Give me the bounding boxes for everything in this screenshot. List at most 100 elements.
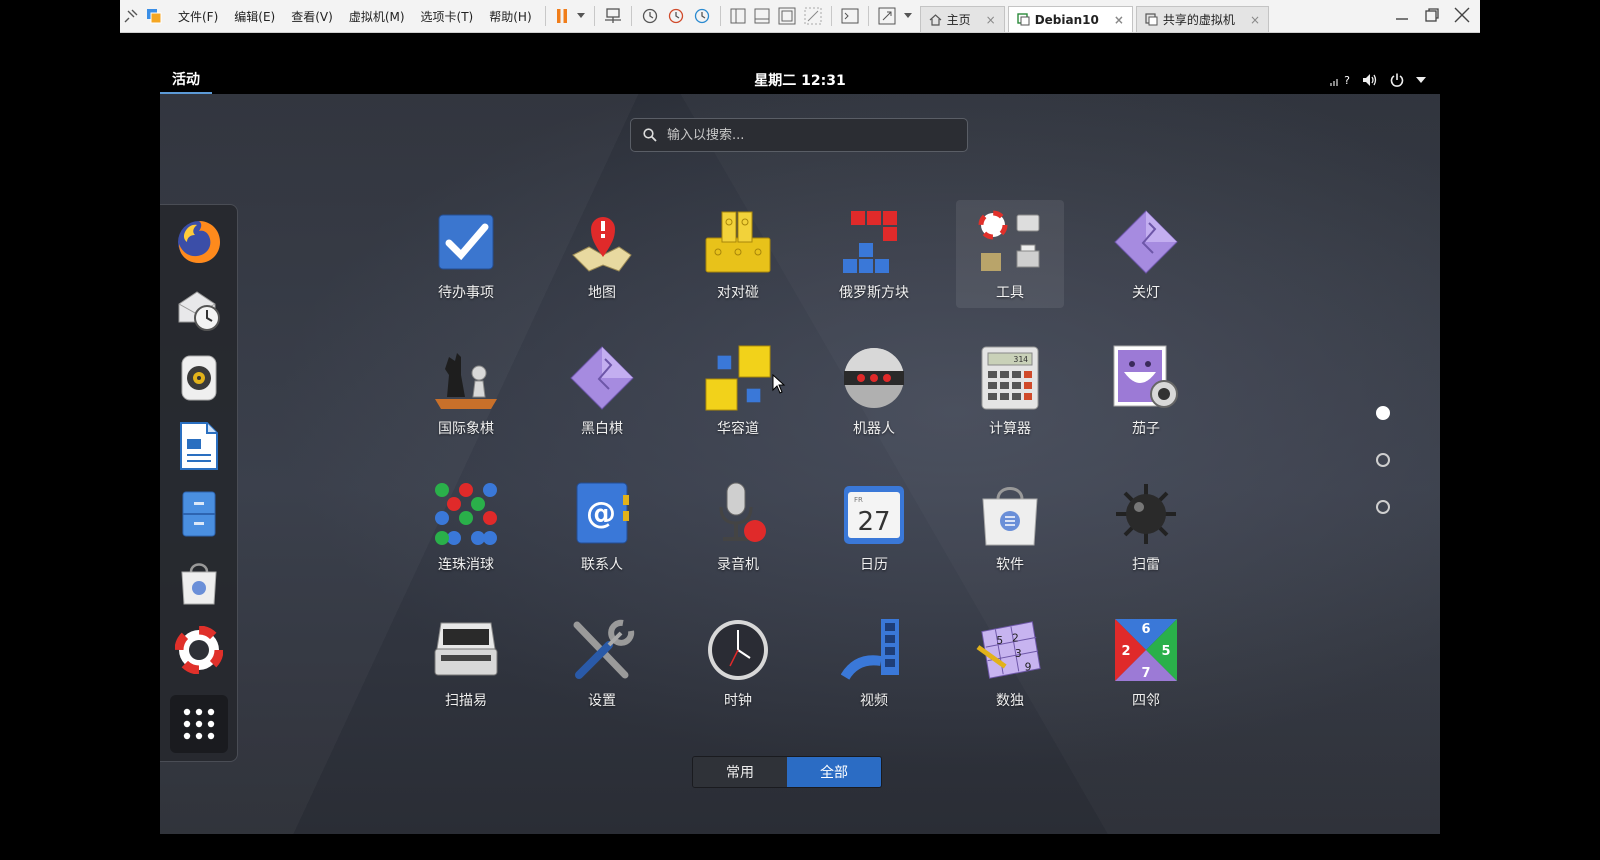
app-iagno[interactable]: 黑白棋	[548, 336, 656, 444]
app-clocks[interactable]: 时钟	[684, 608, 792, 716]
app-cheese[interactable]: 茄子	[1092, 336, 1200, 444]
all-apps-button[interactable]: 全部	[787, 757, 881, 787]
dash-software[interactable]	[170, 553, 228, 611]
app-robots[interactable]: 机器人	[820, 336, 928, 444]
sound-recorder-icon	[719, 482, 766, 542]
menu-edit[interactable]: 编辑(E)	[226, 8, 283, 25]
app-calendar[interactable]: FR 27 日历	[820, 472, 928, 580]
home-icon	[929, 13, 942, 26]
app-todo[interactable]: 待办事项	[412, 200, 520, 308]
snapshot-manager-icon[interactable]	[689, 3, 715, 29]
app-contacts[interactable]: @ 联系人	[548, 472, 656, 580]
menu-file[interactable]: 文件(F)	[170, 8, 226, 25]
network-status-icon[interactable]: ?	[1330, 74, 1350, 87]
tab-debian10[interactable]: Debian10 ×	[1007, 6, 1133, 32]
app-five-or-more[interactable]: 连珠消球	[412, 472, 520, 580]
lifebuoy-icon	[175, 626, 223, 674]
close-icon[interactable]: ×	[1250, 13, 1260, 27]
app-label: 地图	[588, 285, 616, 301]
restore-button[interactable]	[1420, 3, 1444, 27]
vm-tab-bar: 主页 × Debian10 × 共享的虚拟机 ×	[919, 0, 1272, 32]
thumbnail-bar-icon[interactable]	[750, 3, 774, 29]
app-maps[interactable]: 地图	[548, 200, 656, 308]
app-lights-off[interactable]: 关灯	[1092, 200, 1200, 308]
dash-help[interactable]	[170, 621, 228, 679]
clock[interactable]: 星期二 12:31	[754, 66, 845, 94]
menu-help[interactable]: 帮助(H)	[481, 8, 539, 25]
unity-mode-icon[interactable]	[800, 3, 826, 29]
calculator-display: 314	[1014, 355, 1029, 364]
pause-button[interactable]	[551, 3, 573, 29]
minimize-button[interactable]	[1390, 3, 1414, 27]
send-ctrl-alt-del-icon[interactable]	[600, 3, 626, 29]
app-grid-icon	[183, 708, 215, 740]
page-dot-3[interactable]	[1376, 500, 1390, 514]
page-dot-1[interactable]	[1376, 406, 1390, 420]
software-icon	[982, 487, 1038, 546]
app-quadrapassel[interactable]: 俄罗斯方块	[820, 200, 928, 308]
sidebar-toggle-icon[interactable]	[726, 3, 750, 29]
app-swell-foop[interactable]: 对对碰	[684, 200, 792, 308]
dash	[160, 204, 238, 762]
activities-button[interactable]: 活动	[160, 66, 212, 94]
app-label: 关灯	[1132, 285, 1160, 301]
at-sign-glyph: @	[586, 496, 616, 531]
close-icon[interactable]: ×	[1114, 13, 1124, 27]
chevron-down-icon[interactable]	[900, 3, 916, 29]
menu-vm[interactable]: 虚拟机(M)	[341, 8, 413, 25]
videos-icon	[841, 619, 899, 680]
evolution-icon	[178, 291, 220, 331]
app-settings[interactable]: 设置	[548, 608, 656, 716]
tab-shared-vms-label: 共享的虚拟机	[1162, 13, 1235, 27]
settings-icon	[573, 619, 635, 679]
console-icon[interactable]	[837, 3, 863, 29]
close-window-button[interactable]	[1450, 3, 1474, 27]
dash-evolution[interactable]	[170, 281, 228, 339]
close-icon[interactable]: ×	[986, 13, 996, 27]
vm-library-icon[interactable]	[142, 3, 166, 29]
app-sudoku[interactable]: 52 39 数独	[956, 608, 1064, 716]
stretch-icon[interactable]	[874, 3, 900, 29]
app-utilities-folder[interactable]: 工具	[956, 200, 1064, 308]
app-label: 连珠消球	[438, 557, 494, 573]
pin-icon[interactable]	[120, 3, 142, 29]
show-applications-button[interactable]	[170, 695, 228, 753]
calendar-date-label: 27	[857, 507, 890, 537]
menu-tabs[interactable]: 选项卡(T)	[413, 8, 482, 25]
app-label: 视频	[860, 693, 888, 709]
app-label: 对对碰	[717, 285, 759, 301]
app-scanner[interactable]: 扫描易	[412, 608, 520, 716]
app-sound-recorder[interactable]: 录音机	[684, 472, 792, 580]
frequent-apps-button[interactable]: 常用	[693, 757, 787, 787]
dash-files[interactable]	[170, 485, 228, 543]
app-mines[interactable]: 扫雷	[1092, 472, 1200, 580]
tab-shared-vms[interactable]: 共享的虚拟机 ×	[1135, 6, 1269, 32]
calendar-icon: FR 27	[844, 486, 904, 544]
chevron-down-icon[interactable]	[1416, 77, 1426, 83]
rhythmbox-icon	[181, 355, 217, 401]
snapshot-revert-icon[interactable]	[663, 3, 689, 29]
power-icon[interactable]	[1390, 73, 1404, 87]
dash-writer[interactable]	[170, 417, 228, 475]
app-label: 工具	[996, 285, 1024, 301]
firefox-icon	[178, 221, 220, 263]
app-calculator[interactable]: 314 计算器	[956, 336, 1064, 444]
app-label: 华容道	[717, 421, 759, 437]
dash-firefox[interactable]	[170, 213, 228, 271]
app-chess[interactable]: 国际象棋	[412, 336, 520, 444]
fullscreen-icon[interactable]	[774, 3, 800, 29]
volume-icon[interactable]	[1362, 73, 1378, 87]
page-dot-2[interactable]	[1376, 453, 1390, 467]
toolbar-divider	[867, 6, 869, 26]
search-input[interactable]	[665, 126, 949, 144]
utilities-folder-icon	[978, 210, 1040, 271]
chevron-down-icon[interactable]	[573, 3, 589, 29]
tetravex-digit: 6	[1141, 622, 1150, 637]
menu-view[interactable]: 查看(V)	[283, 8, 341, 25]
app-software[interactable]: 软件	[956, 472, 1064, 580]
app-videos[interactable]: 视频	[820, 608, 928, 716]
app-tetravex[interactable]: 62 57 四邻	[1092, 608, 1200, 716]
snapshot-icon[interactable]	[637, 3, 663, 29]
tab-home[interactable]: 主页 ×	[919, 6, 1005, 32]
dash-rhythmbox[interactable]	[170, 349, 228, 407]
